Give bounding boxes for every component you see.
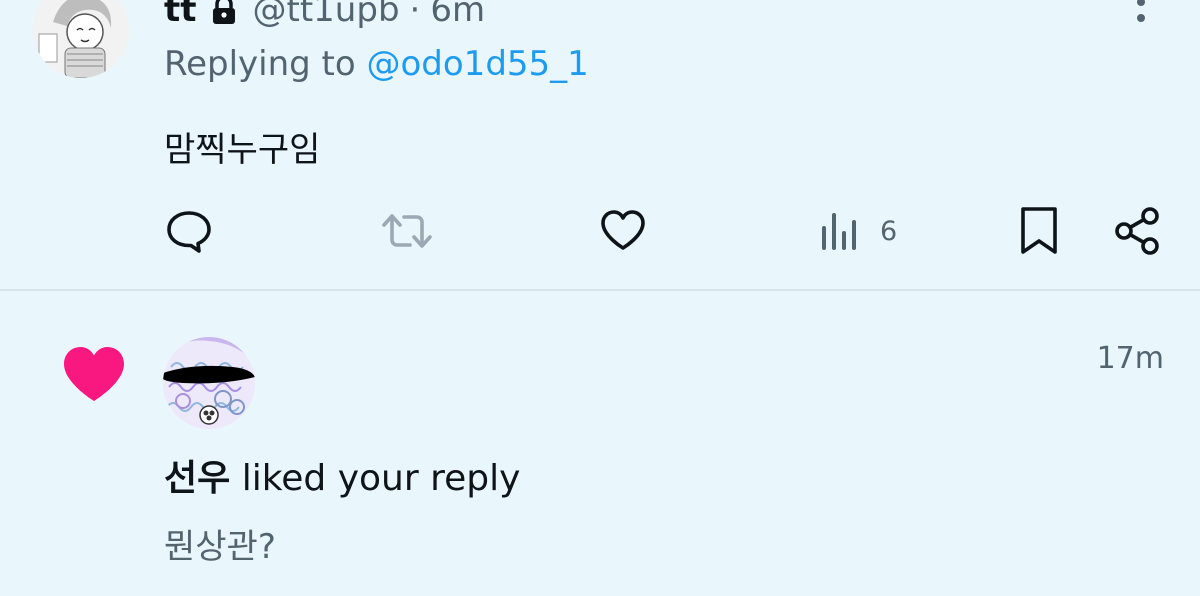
- notification-timestamp: 17m: [1096, 341, 1164, 376]
- replying-to-mention[interactable]: @odo1d55_1: [367, 44, 589, 84]
- reply-button[interactable]: [164, 206, 214, 256]
- views-button[interactable]: 6: [818, 206, 897, 256]
- more-vertical-icon[interactable]: [1126, 0, 1156, 34]
- retweet-icon: [380, 206, 434, 256]
- tweet-header: tt @tt1upb · 6m: [164, 0, 485, 32]
- reply-tweet[interactable]: tt @tt1upb · 6m Replying to @odo1d55_1 맘…: [0, 0, 1200, 289]
- bookmark-icon: [1018, 205, 1060, 257]
- tweet-timestamp[interactable]: 6m: [430, 0, 485, 30]
- reply-bubble-icon: [164, 206, 214, 256]
- replying-to-label: Replying to: [164, 44, 367, 84]
- tweet-text: 맘찍누구임: [164, 130, 321, 170]
- views-count: 6: [880, 215, 898, 247]
- notification-quoted-text: 뭔상관?: [164, 527, 276, 567]
- notification-user-name[interactable]: 선우: [164, 458, 230, 499]
- avatar[interactable]: [163, 337, 255, 429]
- notification-text: 선우 liked your reply: [164, 449, 520, 501]
- notifications-screen: tt @tt1upb · 6m Replying to @odo1d55_1 맘…: [0, 0, 1200, 596]
- like-button[interactable]: [598, 206, 648, 256]
- user-handle[interactable]: @tt1upb: [253, 0, 400, 30]
- like-notification[interactable]: 17m 선우 liked your reply 뭔상관?: [0, 291, 1200, 596]
- retweet-button[interactable]: [380, 206, 434, 256]
- views-bar-chart-icon: [818, 206, 860, 256]
- avatar[interactable]: [33, 0, 129, 78]
- heart-filled-icon: [62, 345, 126, 403]
- separator-dot: ·: [409, 0, 421, 30]
- notification-action-text: liked your reply: [230, 458, 521, 499]
- display-name[interactable]: tt: [164, 0, 197, 30]
- replying-to-line: Replying to @odo1d55_1: [164, 44, 589, 84]
- bookmark-button[interactable]: [1018, 206, 1060, 256]
- heart-outline-icon: [598, 206, 648, 256]
- share-button[interactable]: [1114, 206, 1162, 256]
- lock-icon: [211, 0, 237, 25]
- share-icon: [1114, 206, 1162, 256]
